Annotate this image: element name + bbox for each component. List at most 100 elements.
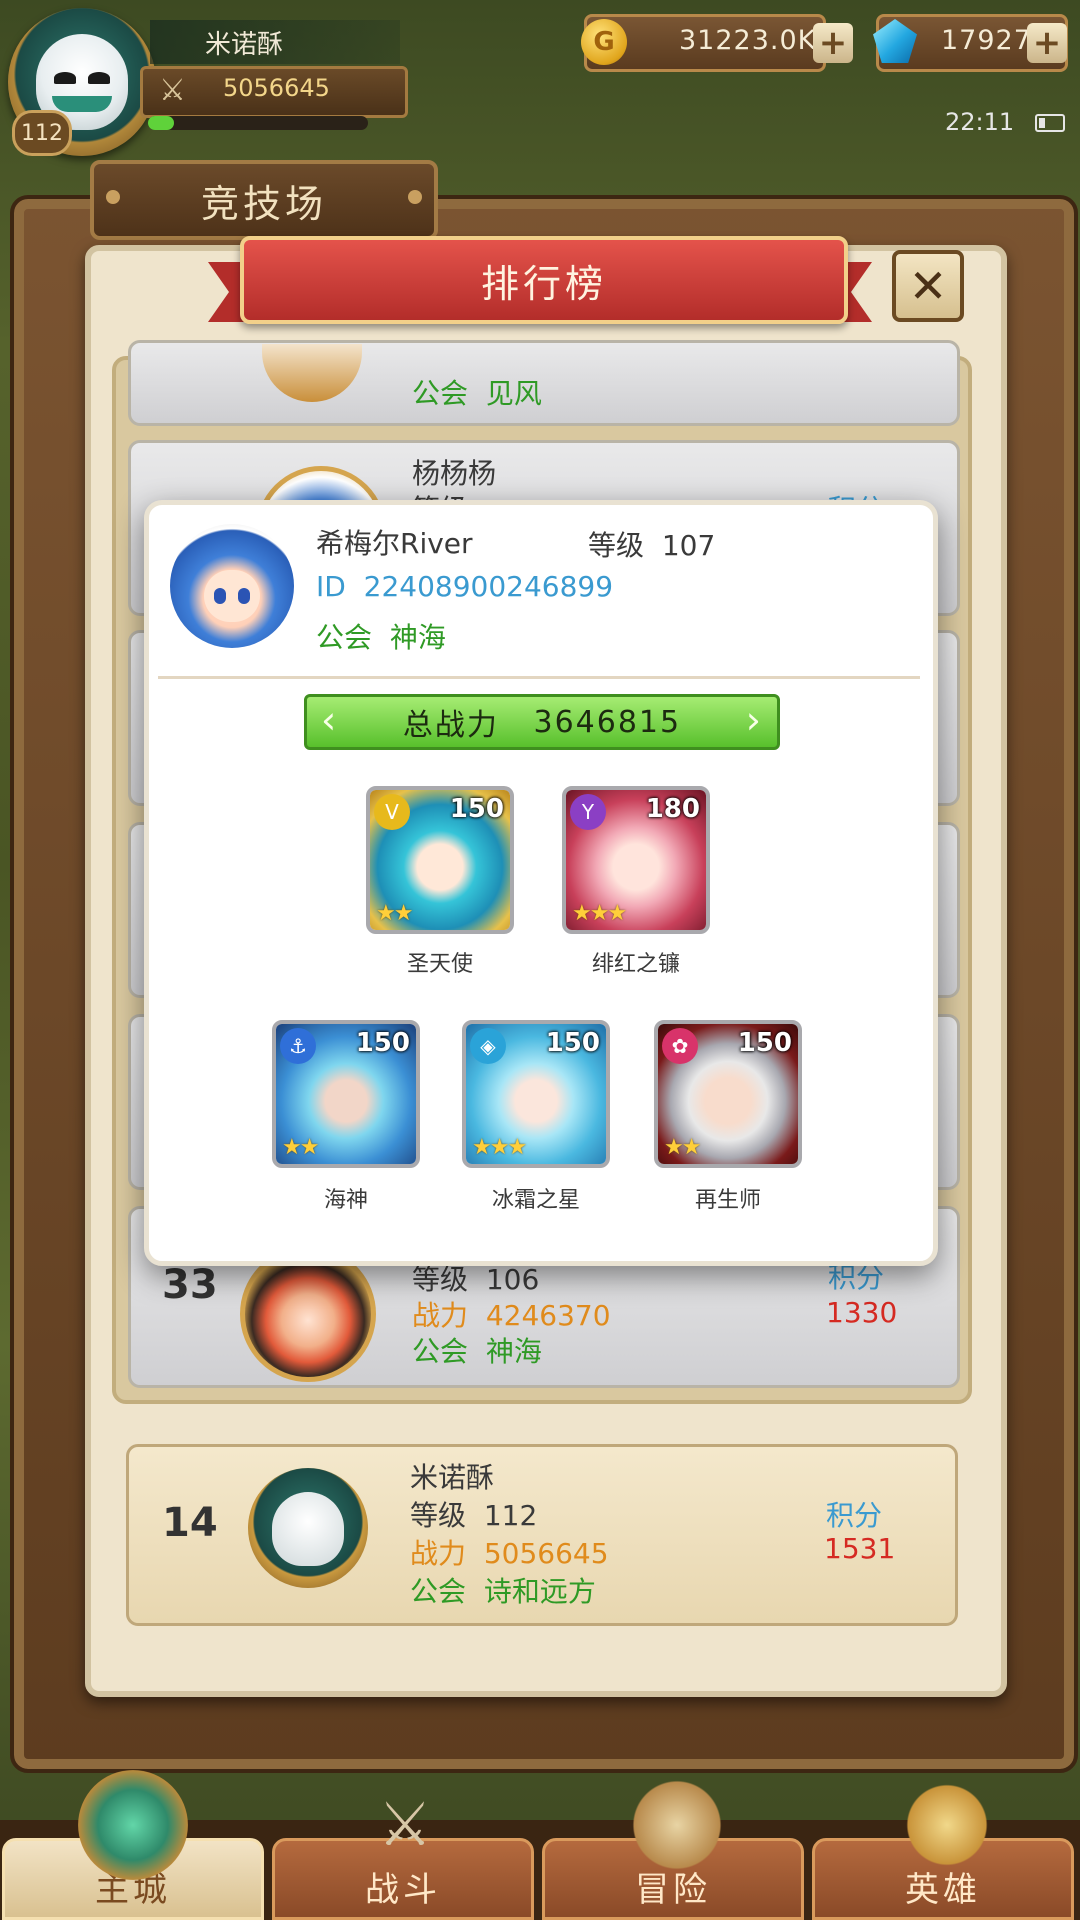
add-gems-button[interactable]: + <box>1027 23 1067 63</box>
ranking-row[interactable] <box>128 340 960 426</box>
total-power-value: 3646815 <box>533 704 682 740</box>
my-level-value: 112 <box>483 1499 538 1532</box>
popup-player-avatar <box>170 524 294 648</box>
gem-value: 17927 <box>941 25 1032 56</box>
add-gold-button[interactable]: + <box>813 23 853 63</box>
gold-counter: G 31223.0K + <box>581 14 853 72</box>
nail-icon <box>106 190 120 204</box>
map-scroll-icon <box>622 1770 732 1880</box>
my-level-label: 等级 <box>410 1499 467 1532</box>
popup-guild: 公会 神海 <box>316 616 446 656</box>
hero-stars: ★★ <box>376 901 413 926</box>
popup-id-value: 22408900246899 <box>363 570 614 603</box>
gold-value: 31223.0K <box>679 25 817 56</box>
my-power-value: 5056645 <box>483 1537 609 1570</box>
row-power-value: 4246370 <box>485 1299 611 1332</box>
castle-icon <box>78 1770 188 1880</box>
row-level-value: 106 <box>485 1263 540 1296</box>
hero-card[interactable]: Y 180 ★★★ <box>562 786 710 934</box>
popup-id-label: ID <box>316 570 346 603</box>
row-guild-label: 公会 <box>412 377 469 410</box>
battery-icon <box>1035 114 1065 132</box>
my-name: 米诺酥 <box>410 1461 495 1494</box>
row-name: 杨杨杨 <box>412 457 497 490</box>
anchor-class-icon: ⚓ <box>280 1028 316 1064</box>
row-guild-value: 神海 <box>485 1335 542 1368</box>
hero-name: 海神 <box>323 1188 368 1213</box>
ranking-title-ribbon: 排行榜 <box>240 236 848 324</box>
crossed-swords-icon: ⚔ <box>159 73 186 108</box>
my-guild-label: 公会 <box>410 1575 467 1608</box>
row-power-label: 战力 <box>412 1299 469 1332</box>
lotus-class-icon: ✿ <box>662 1028 698 1064</box>
popup-guild-label: 公会 <box>316 621 373 654</box>
player-name-text: 米诺酥 <box>205 29 284 60</box>
hero-name: 再生师 <box>694 1188 761 1213</box>
total-power-label: 总战力 <box>402 708 499 743</box>
hero-level: 150 <box>545 1028 600 1058</box>
row-score-value: 1330 <box>826 1296 898 1329</box>
row-power: 战力 4246370 <box>412 1294 611 1334</box>
row-guild-value: 见风 <box>485 377 542 410</box>
ranking-title: 排行榜 <box>480 261 607 306</box>
close-icon: ✕ <box>908 259 948 313</box>
hero-level: 150 <box>449 794 504 824</box>
hero-card[interactable]: V 150 ★★ <box>366 786 514 934</box>
hero-card[interactable]: ⚓ 150 ★★ <box>272 1020 420 1168</box>
exp-bar <box>148 116 368 130</box>
shield-class-icon: ◈ <box>470 1028 506 1064</box>
hero-card[interactable]: ◈ 150 ★★★ <box>462 1020 610 1168</box>
my-score-label: 积分 <box>826 1499 883 1532</box>
my-power: 战力 5056645 <box>410 1532 609 1572</box>
hero-stars: ★★ <box>282 1135 319 1160</box>
row-avatar <box>240 1246 376 1382</box>
hero-name: 绯红之镰 <box>591 952 680 977</box>
nail-icon <box>408 190 422 204</box>
hero-name: 圣天使 <box>406 952 473 977</box>
hero-level: 180 <box>645 794 700 824</box>
crossed-swords-icon: ⚔ <box>378 1790 432 1860</box>
hero-name: 冰霜之星 <box>491 1188 580 1213</box>
chevron-right-icon: › <box>745 698 763 742</box>
v-rank-icon: V <box>374 794 410 830</box>
arena-tab: 竞技场 <box>90 160 438 240</box>
my-score-value: 1531 <box>824 1532 896 1565</box>
my-power-label: 战力 <box>410 1537 467 1570</box>
row-guild: 公会 见风 <box>412 372 542 412</box>
hero-level: 150 <box>737 1028 792 1058</box>
total-power-banner: ‹ 总战力 3646815 › <box>304 694 780 750</box>
scythe-class-icon: Y <box>570 794 606 830</box>
my-guild-value: 诗和远方 <box>483 1575 596 1608</box>
my-rank: 14 <box>162 1500 218 1546</box>
chevron-left-icon: ‹ <box>321 698 339 742</box>
close-button[interactable]: ✕ <box>892 250 964 322</box>
gold-coin-icon: G <box>581 19 627 65</box>
row-guild: 公会 神海 <box>412 1330 542 1370</box>
row-guild-label: 公会 <box>412 1335 469 1368</box>
popup-player-id: ID 22408900246899 <box>316 570 613 603</box>
hero-level: 150 <box>355 1028 410 1058</box>
my-level: 等级 112 <box>410 1494 537 1534</box>
player-level-badge: 112 <box>12 110 72 156</box>
popup-divider <box>158 676 920 679</box>
exp-bar-fill <box>148 116 175 130</box>
gem-counter: 17927 + <box>873 14 1068 72</box>
popup-level-label: 等级 <box>588 529 645 562</box>
player-power-plate: ⚔ 5056645 <box>140 66 408 118</box>
mask-avatar-icon <box>272 1492 344 1566</box>
player-power-value: 5056645 <box>223 74 330 102</box>
my-guild: 公会 诗和远方 <box>410 1570 596 1610</box>
row-level-label: 等级 <box>412 1263 469 1296</box>
arena-tab-label: 竞技场 <box>200 181 327 226</box>
hero-stars: ★★ <box>664 1135 701 1160</box>
hero-stars: ★★★ <box>572 901 627 926</box>
row-rank: 33 <box>162 1262 218 1308</box>
diamond-icon <box>873 19 917 63</box>
player-name: 米诺酥 <box>150 20 400 64</box>
hero-card[interactable]: ✿ 150 ★★ <box>654 1020 802 1168</box>
popup-player-name: 希梅尔River <box>316 527 473 560</box>
helmet-icon <box>892 1770 1002 1880</box>
hero-stars: ★★★ <box>472 1135 527 1160</box>
popup-level-value: 107 <box>661 529 716 562</box>
popup-guild-value: 神海 <box>389 621 446 654</box>
